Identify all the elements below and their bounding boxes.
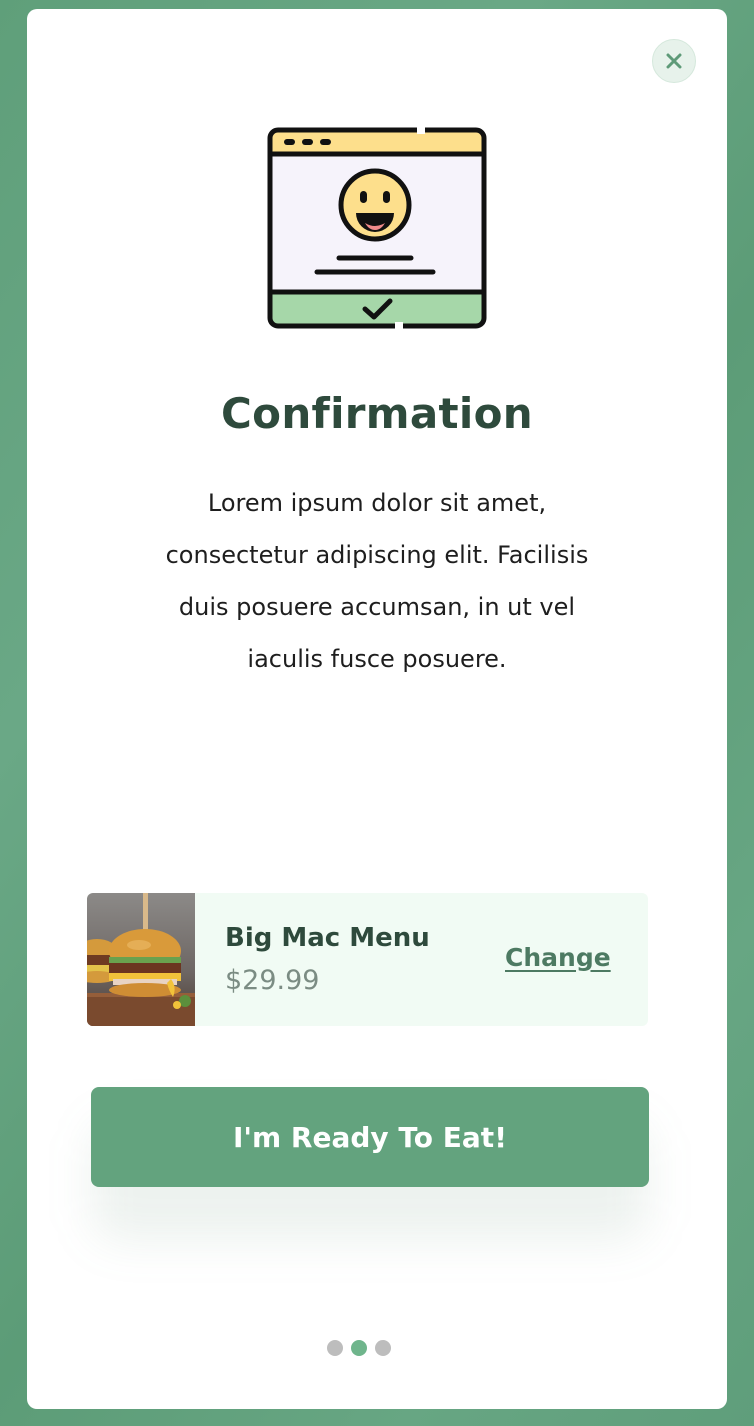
confirmation-modal: Confirmation Lorem ipsum dolor sit amet,… xyxy=(27,9,727,1409)
pagination-dots xyxy=(327,1340,397,1356)
close-icon xyxy=(666,53,682,69)
product-price: $29.99 xyxy=(225,965,320,996)
close-button[interactable] xyxy=(652,39,696,83)
ready-to-eat-button[interactable]: I'm Ready To Eat! xyxy=(91,1087,649,1187)
selected-product-card: Big Mac Menu $29.99 Change xyxy=(87,893,648,1026)
confirmation-window-smiley-icon xyxy=(267,127,487,329)
modal-title: Confirmation xyxy=(221,389,533,438)
pagination-dot-2-active[interactable] xyxy=(351,1340,367,1356)
product-name: Big Mac Menu xyxy=(225,923,430,953)
modal-description: Lorem ipsum dolor sit amet, consectetur … xyxy=(165,489,589,673)
pagination-dot-3[interactable] xyxy=(375,1340,391,1356)
burger-image xyxy=(87,893,195,1026)
pagination-dot-1[interactable] xyxy=(327,1340,343,1356)
ready-to-eat-label: I'm Ready To Eat! xyxy=(233,1120,507,1154)
change-product-link[interactable]: Change xyxy=(505,943,611,972)
